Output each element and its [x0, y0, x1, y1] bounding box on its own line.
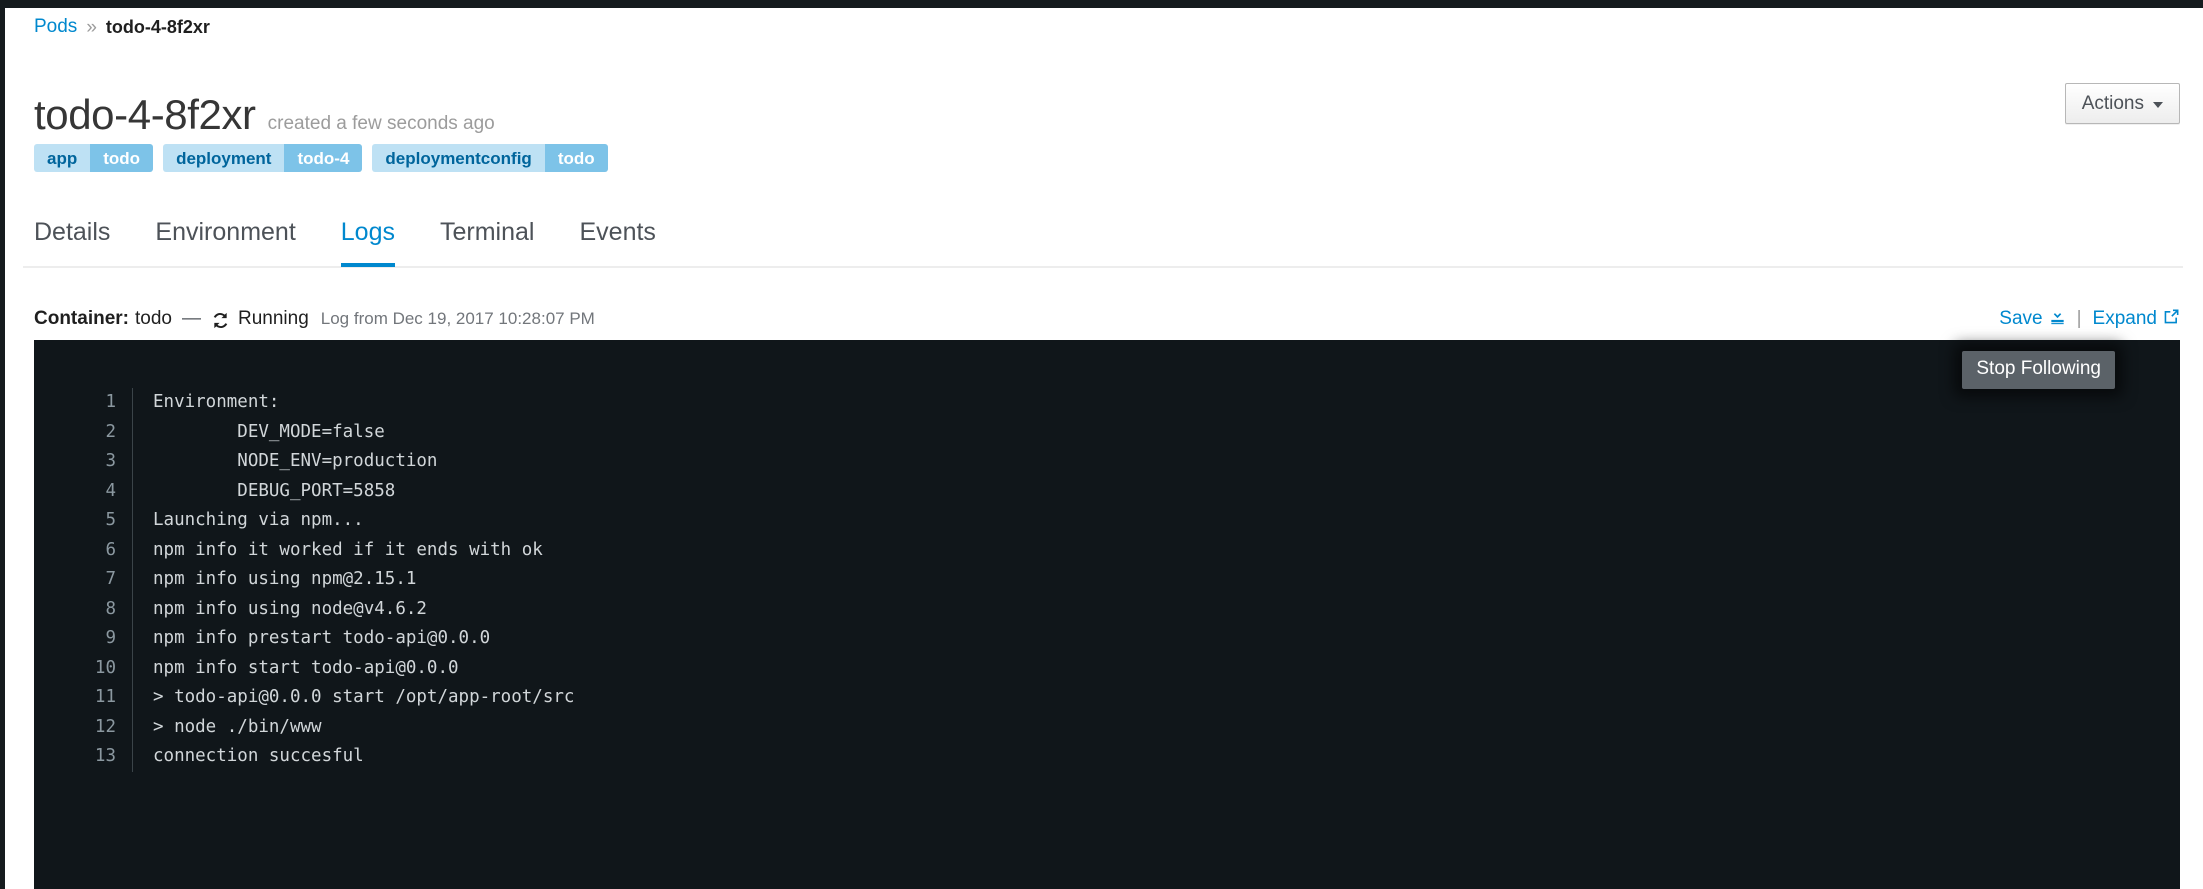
pod-detail-page: Pods » todo-4-8f2xr todo-4-8f2xr created… [0, 0, 2203, 889]
log-line-text: > todo-api@0.0.0 start /opt/app-root/src [132, 683, 2180, 713]
log-line-text: npm info it worked if it ends with ok [132, 535, 2180, 565]
log-line-text: npm info using npm@2.15.1 [132, 565, 2180, 595]
label-value: todo [90, 144, 154, 172]
tab-logs[interactable]: Logs [340, 218, 395, 267]
label-key: app [34, 144, 91, 172]
log-line-text: Launching via npm... [132, 506, 2180, 536]
page-title: todo-4-8f2xr [34, 91, 256, 139]
log-line-text: npm info prestart todo-api@0.0.0 [132, 624, 2180, 654]
label-key: deploymentconfig [372, 144, 545, 172]
tab-details[interactable]: Details [34, 218, 110, 267]
log-line: 4 DEBUG_PORT=5858 [34, 476, 2180, 506]
log-line: 1 Environment: [34, 388, 2180, 418]
log-line-number: 12 [94, 716, 116, 737]
log-line: 9 npm info prestart todo-api@0.0.0 [34, 624, 2180, 654]
breadcrumb-link-pods[interactable]: Pods [34, 16, 77, 38]
save-log-label: Save [1999, 308, 2043, 329]
save-log-button[interactable]: Save [1999, 308, 2065, 331]
label-value: todo-4 [284, 144, 363, 172]
log-actions: Save | Expand [1999, 308, 2180, 331]
actions-button[interactable]: Actions [2064, 83, 2180, 124]
tab-terminal[interactable]: Terminal [440, 218, 534, 267]
breadcrumb-separator-icon: » [86, 16, 97, 38]
log-line-number: 7 [105, 569, 116, 589]
label-key: deployment [163, 144, 285, 172]
log-line: 11 > todo-api@0.0.0 start /opt/app-root/… [34, 683, 2180, 713]
log-line: 2 DEV_MODE=false [34, 417, 2180, 447]
chevron-down-icon [2153, 101, 2163, 108]
log-line-number: 8 [105, 598, 116, 619]
label-badge[interactable]: deploymentconfig todo [372, 144, 608, 172]
log-line-text: npm info using node@v4.6.2 [132, 594, 2180, 624]
log-line-number: 3 [105, 451, 116, 471]
log-line-number: 6 [105, 539, 116, 560]
label-value: todo [544, 144, 608, 172]
label-badge[interactable]: deployment todo-4 [163, 144, 363, 172]
log-line: 10 npm info start todo-api@0.0.0 [34, 653, 2180, 683]
log-line-number: 13 [94, 746, 116, 766]
container-name: todo [135, 308, 172, 329]
log-toolbar: Container: todo — Running Log from Dec 1… [34, 306, 2180, 332]
log-line: 8 npm info using node@v4.6.2 [34, 594, 2180, 624]
log-line-number: 4 [105, 480, 116, 501]
label-list: app todo deployment todo-4 deploymentcon… [34, 144, 608, 172]
container-status: Container: todo — Running Log from Dec 1… [34, 308, 595, 330]
log-line-number: 1 [105, 392, 116, 412]
log-line: 3 NODE_ENV=production [34, 447, 2180, 477]
sync-icon [211, 311, 230, 330]
action-divider: | [2076, 308, 2082, 329]
log-line-number: 5 [105, 510, 116, 530]
breadcrumb: Pods » todo-4-8f2xr [34, 14, 210, 40]
log-line-number: 9 [105, 628, 116, 648]
log-timestamp: Log from Dec 19, 2017 10:28:07 PM [320, 309, 595, 328]
log-line: 6 npm info it worked if it ends with ok [34, 535, 2180, 565]
log-line: 7 npm info using npm@2.15.1 [34, 565, 2180, 595]
actions-button-label: Actions [2081, 92, 2144, 114]
tab-environment[interactable]: Environment [155, 218, 295, 267]
log-line-text: npm info start todo-api@0.0.0 [132, 653, 2180, 683]
page-subtitle: created a few seconds ago [267, 113, 495, 135]
expand-log-label: Expand [2092, 308, 2157, 329]
external-link-icon [2163, 308, 2180, 331]
log-line-number: 2 [105, 421, 116, 442]
log-line: 12 > node ./bin/www [34, 712, 2180, 742]
expand-log-button[interactable]: Expand [2093, 308, 2180, 331]
status-dash: — [181, 308, 201, 329]
log-line: 5 Launching via npm... [34, 506, 2180, 536]
log-line-text: > node ./bin/www [132, 712, 2180, 742]
download-icon [2049, 308, 2066, 331]
breadcrumb-current: todo-4-8f2xr [105, 16, 210, 37]
stop-following-button[interactable]: Stop Following [1962, 351, 2115, 389]
log-line-text: NODE_ENV=production [132, 447, 2180, 477]
log-output-panel[interactable]: 1 Environment: 2 DEV_MODE=false 3 NODE_E… [34, 340, 2180, 889]
window-top-chrome [0, 0, 2203, 8]
log-line-text: Environment: [132, 388, 2180, 418]
container-label: Container: [34, 308, 129, 329]
log-line-list: 1 Environment: 2 DEV_MODE=false 3 NODE_E… [34, 388, 2180, 772]
log-line-number: 11 [94, 687, 116, 707]
label-badge[interactable]: app todo [34, 144, 154, 172]
container-state: Running [237, 308, 309, 329]
log-line-text: connection succesful [132, 742, 2180, 772]
tab-bar: Details Environment Logs Terminal Events [34, 212, 2203, 267]
log-line-number: 10 [94, 657, 116, 678]
log-line: 13 connection succesful [34, 742, 2180, 772]
log-line-text: DEV_MODE=false [132, 417, 2180, 447]
window-left-chrome [0, 0, 5, 889]
tab-events[interactable]: Events [579, 218, 655, 267]
log-line-text: DEBUG_PORT=5858 [132, 476, 2180, 506]
